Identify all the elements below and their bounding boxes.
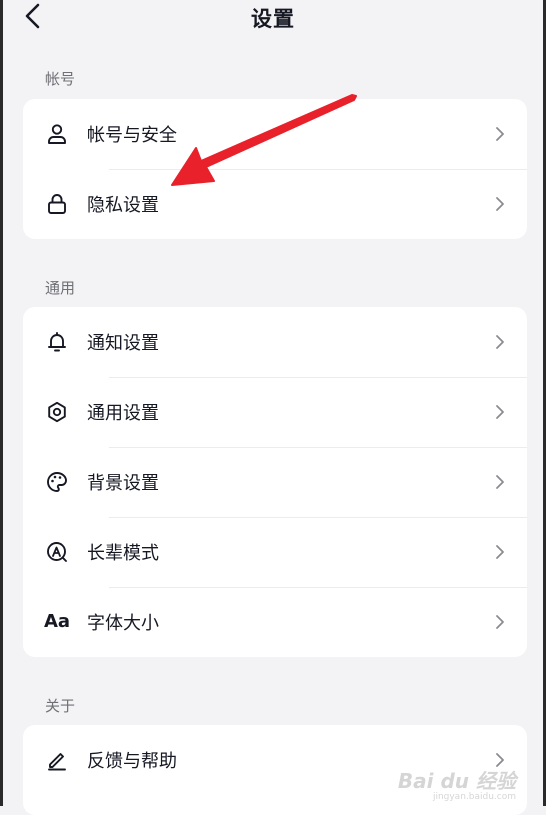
header: 设置 [0, 0, 546, 34]
chevron-right-icon [496, 475, 504, 489]
settings-row-label: 字体大小 [87, 613, 159, 634]
bell-icon [45, 330, 69, 354]
chevron-right-icon [496, 197, 504, 211]
settings-row-label: 通用设置 [87, 403, 159, 424]
section-label-about: 关于 [45, 697, 76, 715]
settings-row-label: 通知设置 [87, 333, 159, 354]
chevron-right-icon [496, 615, 504, 629]
elder-mode-icon [45, 540, 69, 564]
settings-row-label: 背景设置 [87, 473, 159, 494]
left-frame-edge [0, 0, 3, 806]
watermark-logo-text: Bai du 经验 [397, 769, 516, 793]
settings-row-label: 长辈模式 [87, 543, 159, 564]
settings-row-background[interactable]: 背景设置 [23, 447, 527, 517]
chevron-right-icon [496, 545, 504, 559]
settings-row-privacy[interactable]: 隐私设置 [23, 169, 527, 239]
settings-row-elder-mode[interactable]: 长辈模式 [23, 517, 527, 587]
settings-row-notifications[interactable]: 通知设置 [23, 307, 527, 377]
person-icon [45, 122, 69, 146]
section-label-account: 帐号 [45, 70, 76, 88]
settings-row-general-settings[interactable]: 通用设置 [23, 377, 527, 447]
settings-row-label: 帐号与安全 [87, 125, 177, 146]
chevron-right-icon [496, 335, 504, 349]
lock-icon [45, 192, 69, 216]
section-label-general: 通用 [45, 279, 76, 297]
settings-row-label: 隐私设置 [87, 195, 159, 216]
settings-row-account-security[interactable]: 帐号与安全 [23, 99, 527, 169]
gear-icon [45, 400, 69, 424]
general-card: 通知设置 通用设置 背景设置 长辈模式 Aa 字体大小 [23, 307, 527, 657]
page-title: 设置 [251, 7, 295, 31]
font-size-icon: Aa [43, 610, 71, 634]
palette-icon [45, 470, 69, 494]
chevron-right-icon [496, 405, 504, 419]
pencil-icon [45, 748, 69, 772]
account-card: 帐号与安全 隐私设置 [23, 99, 527, 239]
watermark: Bai du 经验 jingyan.baidu.com [398, 765, 516, 802]
chevron-right-icon [496, 127, 504, 141]
settings-row-font-size[interactable]: Aa 字体大小 [23, 587, 527, 657]
settings-row-label: 反馈与帮助 [87, 751, 177, 772]
font-size-glyph: Aa [43, 611, 71, 632]
